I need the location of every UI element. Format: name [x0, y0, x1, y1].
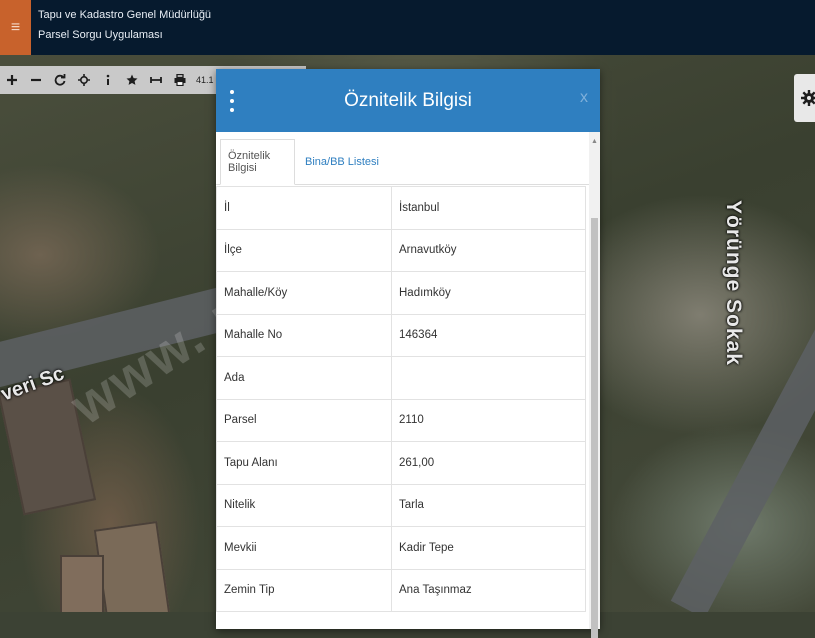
- table-row: Nitelik Tarla: [216, 483, 586, 527]
- print-icon[interactable]: [168, 66, 192, 94]
- app-name: Parsel Sorgu Uygulaması: [38, 29, 163, 41]
- attribute-key: Zemin Tip: [216, 568, 392, 612]
- close-button[interactable]: x: [580, 89, 588, 107]
- attribute-dialog: Öznitelik Bilgisi x Öznitelik Bilgisi Bi…: [216, 69, 600, 638]
- attribute-key: İl: [216, 186, 392, 230]
- app-header: ≡ Tapu ve Kadastro Genel Müdürlüğü Parse…: [0, 0, 815, 55]
- gear-icon: [801, 90, 815, 106]
- org-name: Tapu ve Kadastro Genel Müdürlüğü: [38, 9, 212, 21]
- table-row: İl İstanbul: [216, 186, 586, 230]
- scroll-thumb[interactable]: [591, 218, 598, 638]
- attribute-key: Tapu Alanı: [216, 441, 392, 485]
- zoom-out-icon[interactable]: [24, 66, 48, 94]
- attribute-table: İl İstanbul İlçe Arnavutköy Mahalle/Köy Hadım…: [216, 186, 586, 612]
- zoom-in-icon[interactable]: [0, 66, 24, 94]
- attribute-value: İstanbul: [391, 186, 586, 230]
- attribute-key: Mevkii: [216, 526, 392, 570]
- settings-button[interactable]: [794, 74, 815, 122]
- table-row: Ada: [216, 356, 586, 400]
- street-label-yorunge: Yörünge Sokak: [722, 200, 745, 366]
- attribute-value: 146364: [391, 313, 586, 357]
- info-icon[interactable]: [96, 66, 120, 94]
- measure-icon[interactable]: [144, 66, 168, 94]
- table-row: Tapu Alanı 261,00: [216, 441, 586, 485]
- hamburger-icon: ≡: [10, 18, 21, 36]
- app-title: Tapu ve Kadastro Genel Müdürlüğü Parsel …: [38, 5, 211, 45]
- locate-icon[interactable]: [72, 66, 96, 94]
- dialog-tabs: Öznitelik Bilgisi Bina/BB Listesi: [216, 132, 600, 185]
- attribute-key: Parsel: [216, 398, 392, 442]
- coordinate-readout: 41.1: [196, 75, 214, 85]
- table-row: Zemin Tip Ana Taşınmaz: [216, 568, 586, 612]
- table-row: İlçe Arnavutköy: [216, 228, 586, 272]
- attribute-key: Ada: [216, 356, 392, 400]
- attribute-value: 261,00: [391, 441, 586, 485]
- more-options-icon[interactable]: [230, 90, 235, 112]
- refresh-icon[interactable]: [48, 66, 72, 94]
- table-row: Mahalle No 146364: [216, 313, 586, 357]
- attribute-value: Ana Taşınmaz: [391, 568, 586, 612]
- map-building: [60, 555, 104, 612]
- tab-attribute-info[interactable]: Öznitelik Bilgisi: [220, 139, 295, 185]
- attribute-value: Hadımköy: [391, 271, 586, 315]
- dialog-header: Öznitelik Bilgisi x: [216, 69, 600, 132]
- table-row: Mevkii Kadir Tepe: [216, 526, 586, 570]
- tab-building-list[interactable]: Bina/BB Listesi: [298, 139, 386, 184]
- table-row: Parsel 2110: [216, 398, 586, 442]
- menu-button[interactable]: ≡: [0, 0, 31, 55]
- attribute-key: İlçe: [216, 228, 392, 272]
- attribute-key: Nitelik: [216, 483, 392, 527]
- scroll-up-icon[interactable]: ▲: [591, 138, 598, 145]
- attribute-value: Arnavutköy: [391, 228, 586, 272]
- attribute-key: Mahalle No: [216, 313, 392, 357]
- attribute-value: Kadir Tepe: [391, 526, 586, 570]
- attribute-key: Mahalle/Köy: [216, 271, 392, 315]
- star-icon[interactable]: [120, 66, 144, 94]
- dialog-title: Öznitelik Bilgisi: [344, 89, 472, 111]
- dialog-scrollbar[interactable]: ▲: [589, 132, 600, 638]
- map-building: [93, 521, 171, 612]
- table-row: Mahalle/Köy Hadımköy: [216, 271, 586, 315]
- attribute-value: Tarla: [391, 483, 586, 527]
- attribute-value: [391, 356, 586, 400]
- attribute-value: 2110: [391, 398, 586, 442]
